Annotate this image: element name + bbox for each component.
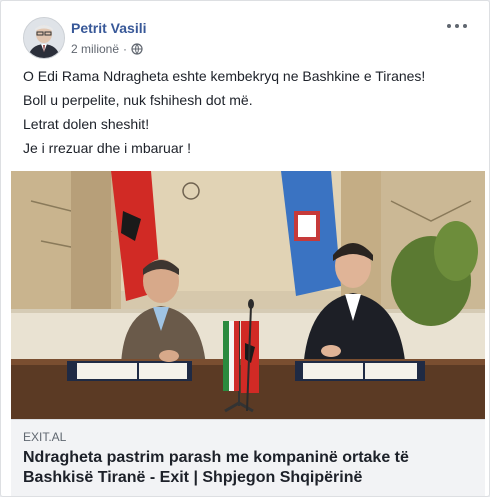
post-header: Petrit Vasili 2 milionë · bbox=[13, 13, 477, 59]
avatar[interactable] bbox=[23, 17, 65, 59]
post-card: Petrit Vasili 2 milionë · O Edi Rama Ndr… bbox=[0, 0, 490, 497]
link-preview[interactable]: EXIT.AL Ndragheta pastrim parash me komp… bbox=[11, 419, 485, 496]
post-time[interactable]: 2 milionë bbox=[71, 42, 119, 56]
signing-scene bbox=[11, 171, 485, 419]
meta-separator: · bbox=[123, 42, 128, 56]
post-photo[interactable] bbox=[11, 171, 485, 419]
link-title[interactable]: Ndragheta pastrim parash me kompaninë or… bbox=[23, 448, 473, 488]
post-line: Letrat dolen sheshit! bbox=[23, 116, 150, 132]
post-text: O Edi Rama Ndragheta eshte kembekryq ne … bbox=[23, 67, 469, 163]
post-line: Boll u perpelite, nuk fshihesh dot më. bbox=[23, 92, 253, 108]
more-options-icon[interactable] bbox=[447, 19, 467, 33]
globe-icon[interactable] bbox=[131, 43, 143, 55]
link-domain: EXIT.AL bbox=[23, 430, 67, 444]
post-line: O Edi Rama Ndragheta eshte kembekryq ne … bbox=[23, 68, 426, 84]
author-name[interactable]: Petrit Vasili bbox=[71, 20, 146, 36]
post-meta: 2 milionë · bbox=[71, 42, 143, 56]
post-line: Je i rrezuar dhe i mbaruar ! bbox=[23, 140, 192, 156]
